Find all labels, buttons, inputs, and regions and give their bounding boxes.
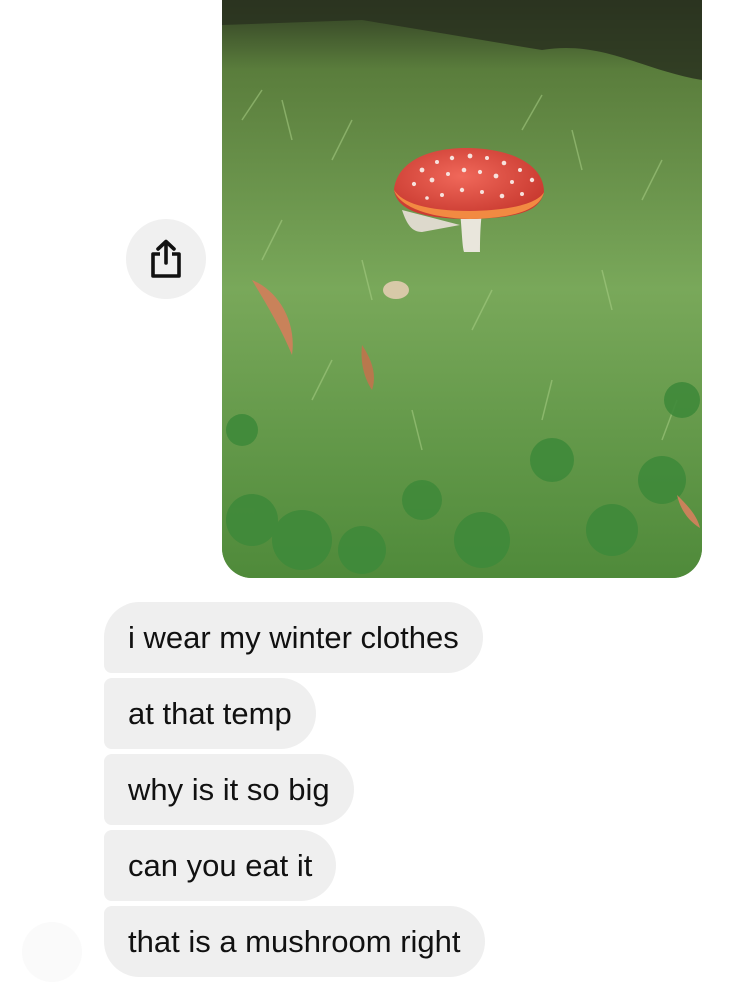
message-text: that is a mushroom right [128, 924, 461, 959]
avatar [22, 922, 82, 982]
message-list: i wear my winter clothes at that temp wh… [104, 602, 485, 977]
chat-screen: i wear my winter clothes at that temp wh… [0, 0, 750, 994]
message-bubble[interactable]: why is it so big [104, 754, 354, 825]
message-text: can you eat it [128, 848, 313, 883]
mushroom-photo[interactable] [222, 0, 702, 578]
message-bubble[interactable]: can you eat it [104, 830, 337, 901]
share-icon [151, 239, 181, 278]
message-bubble[interactable]: i wear my winter clothes [104, 602, 483, 673]
share-button[interactable] [126, 219, 206, 299]
message-bubble[interactable]: at that temp [104, 678, 316, 749]
message-bubble[interactable]: that is a mushroom right [104, 906, 485, 977]
message-text: why is it so big [128, 772, 330, 807]
mushroom-image [222, 0, 702, 578]
message-text: at that temp [128, 696, 292, 731]
message-text: i wear my winter clothes [128, 620, 459, 655]
